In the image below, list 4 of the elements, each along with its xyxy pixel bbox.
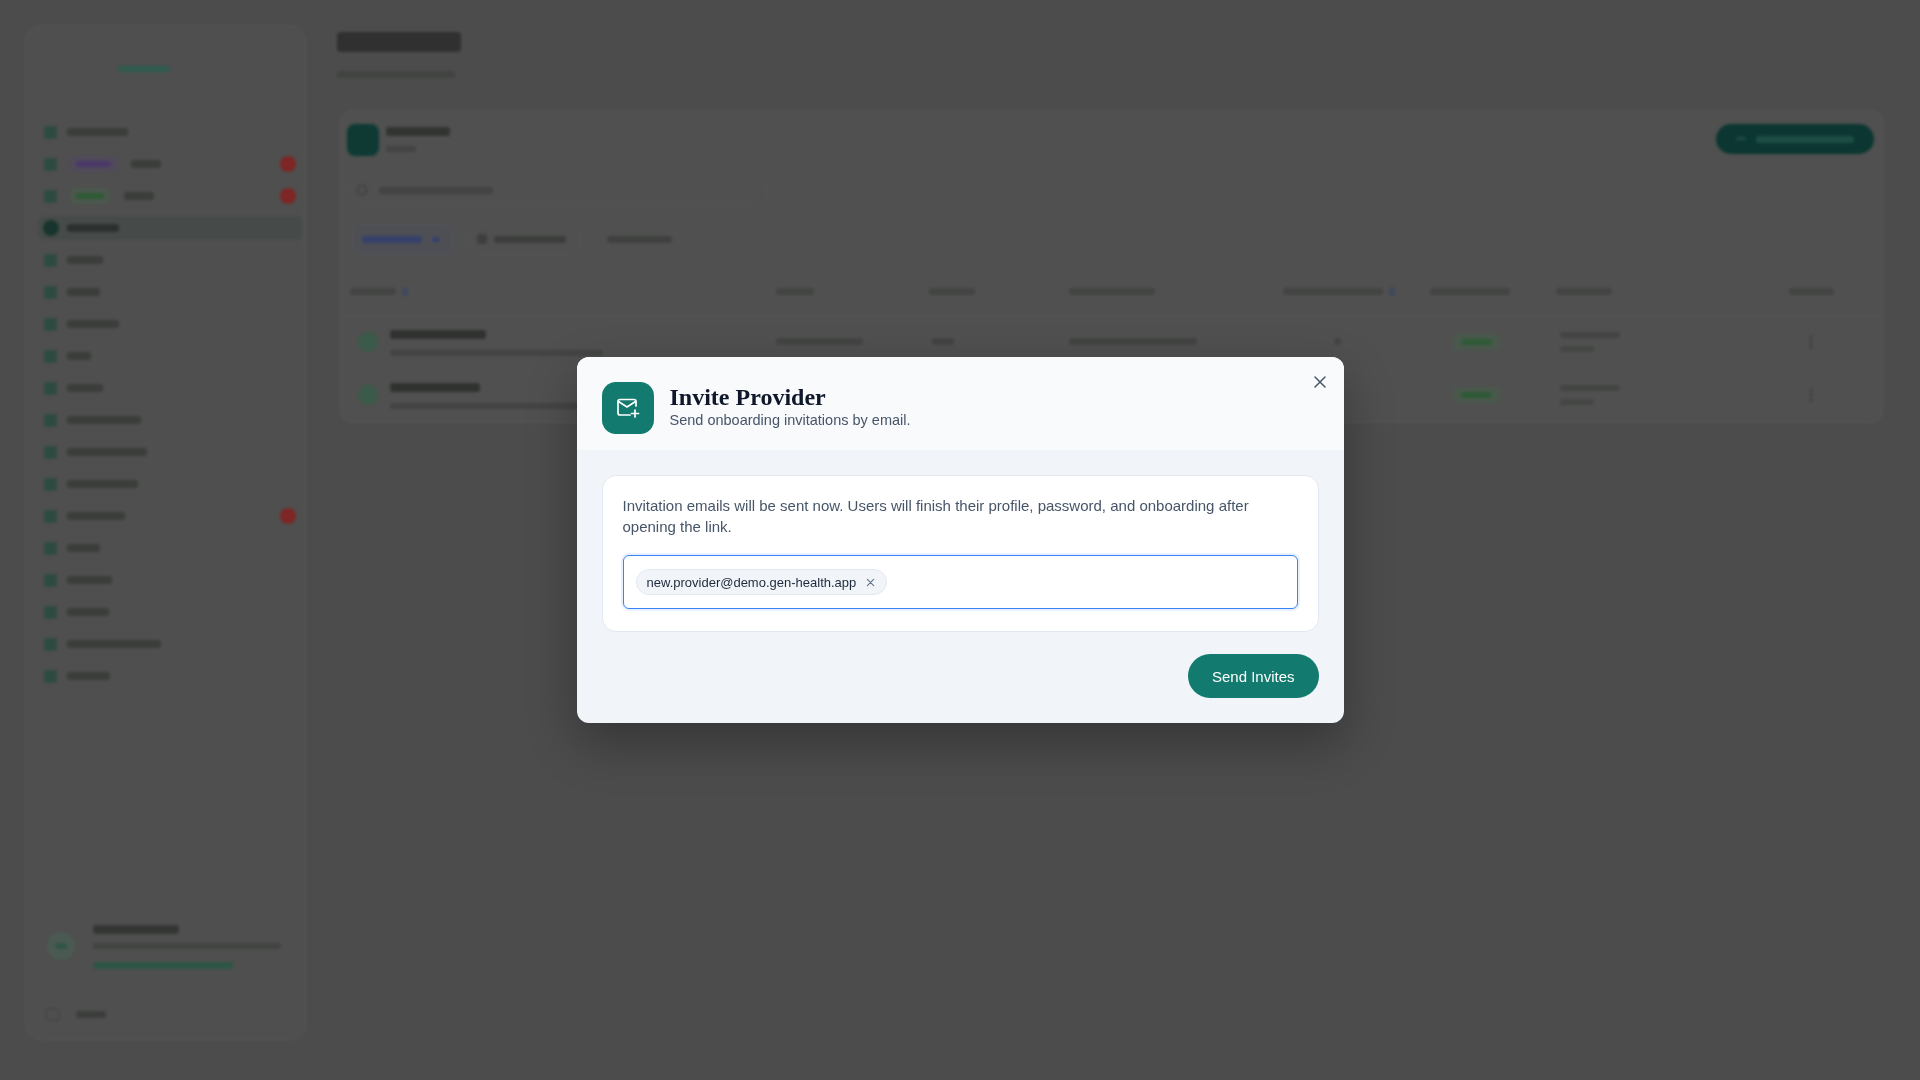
- dialog-subtitle: Send onboarding invitations by email.: [669, 411, 911, 429]
- email-address: new.provider@demo.gen-health.app: [646, 574, 857, 590]
- invite-message: Invitation emails will be sent now. Users will finish their profile, password, and onboarding after opening the link.: [622, 496, 1250, 537]
- dialog-title: Invite Provider: [669, 383, 826, 411]
